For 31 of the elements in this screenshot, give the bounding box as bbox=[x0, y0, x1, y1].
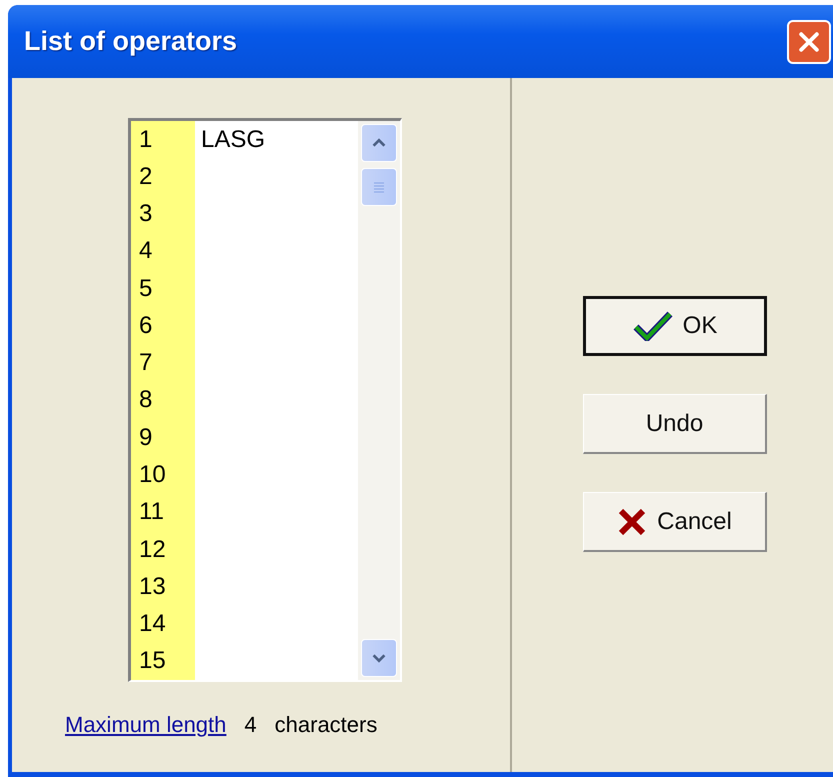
maximum-length-link[interactable]: Maximum length bbox=[65, 712, 226, 738]
line-number: 11 bbox=[131, 494, 195, 531]
line-number: 15 bbox=[131, 642, 195, 680]
cancel-button[interactable]: Cancel bbox=[583, 492, 767, 552]
grip-icon bbox=[373, 181, 385, 193]
scroll-up-button[interactable] bbox=[361, 124, 397, 162]
line-number: 7 bbox=[131, 344, 195, 382]
line-number: 13 bbox=[131, 568, 195, 606]
ok-button[interactable]: OK bbox=[583, 296, 767, 356]
line-number: 12 bbox=[131, 530, 195, 568]
scroll-thumb[interactable] bbox=[361, 168, 397, 206]
line-number: 3 bbox=[131, 196, 195, 233]
x-icon bbox=[617, 506, 648, 536]
scrollbar[interactable] bbox=[358, 121, 400, 680]
line-number: 1 bbox=[131, 121, 195, 158]
undo-button[interactable]: Undo bbox=[583, 394, 767, 454]
scroll-down-button[interactable] bbox=[361, 639, 397, 677]
line-number: 10 bbox=[131, 456, 195, 494]
operator-cell[interactable]: LASG bbox=[195, 121, 358, 158]
maximum-length-unit: characters bbox=[274, 712, 378, 738]
check-icon bbox=[632, 311, 673, 341]
line-number: 6 bbox=[131, 307, 195, 345]
close-button[interactable] bbox=[787, 20, 831, 64]
line-number: 4 bbox=[131, 232, 195, 270]
maximum-length-value: 4 bbox=[244, 712, 257, 738]
window-title: List of operators bbox=[24, 26, 238, 57]
line-number: 14 bbox=[131, 605, 195, 643]
line-number: 8 bbox=[131, 382, 195, 420]
line-number: 2 bbox=[131, 158, 195, 196]
line-number: 5 bbox=[131, 270, 195, 308]
line-number: 9 bbox=[131, 419, 195, 456]
